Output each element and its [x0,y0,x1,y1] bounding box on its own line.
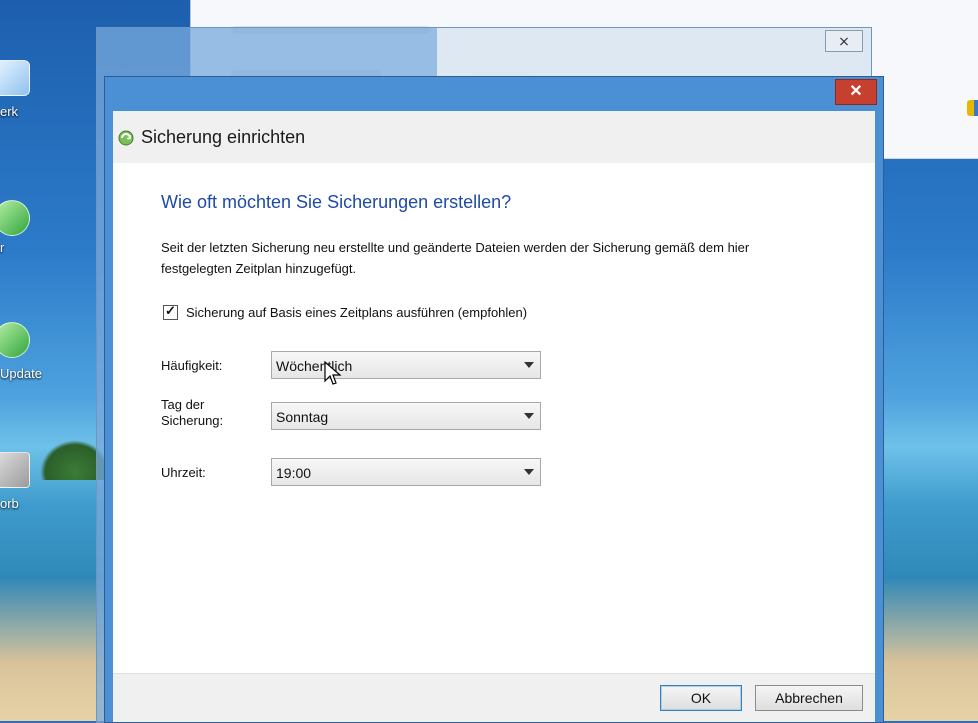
desktop-icon-recycle-bin[interactable]: orb [0,452,60,511]
middle-window-header [437,28,871,78]
day-label: Tag der Sicherung: [161,397,223,429]
backup-icon [118,130,134,146]
time-label: Uhrzeit: [161,465,206,480]
day-dropdown[interactable]: Sonntag [271,402,541,430]
title-bar[interactable]: ✕ [105,77,883,111]
app-icon [0,200,30,236]
network-icon [0,60,30,96]
desktop-icon-label: erk [0,104,19,119]
mouse-cursor-icon [324,361,342,385]
close-button[interactable]: ⨯ [825,30,863,52]
desktop-icon-label: orb [0,496,19,511]
chevron-down-icon [524,469,534,475]
recycle-bin-icon [0,452,30,488]
description-text: Seit der letzten Sicherung neu erstellte… [161,240,750,276]
time-value: 19:00 [276,465,312,481]
day-label-line1: Tag der [161,397,205,412]
day-value: Sonntag [276,409,329,425]
checkmark-icon: ✓ [165,303,176,318]
dialog-footer: OK Abbrechen [113,673,875,722]
close-button[interactable]: ✕ [835,79,877,105]
day-label-line2: Sicherung: [161,413,224,428]
desktop-icon-label: r [0,240,5,255]
schedule-checkbox-row[interactable]: ✓ Sicherung auf Basis eines Zeitplans au… [163,303,527,320]
chevron-down-icon [524,413,534,419]
update-icon [0,322,30,358]
chevron-down-icon [524,362,534,368]
dialog-content: Wie oft möchten Sie Sicherungen erstelle… [113,163,875,674]
page-heading: Wie oft möchten Sie Sicherungen erstelle… [161,192,512,212]
schedule-checkbox-label[interactable]: Sicherung auf Basis eines Zeitplans ausf… [186,305,527,320]
dialog-header: Sicherung einrichten [113,111,875,163]
cancel-button[interactable]: Abbrechen [755,685,863,711]
desktop-icon-update[interactable]: Update [0,322,60,381]
frequency-dropdown[interactable]: Wöchentlich [271,351,541,379]
time-dropdown[interactable]: 19:00 [271,458,541,486]
dialog-client-area: Sicherung einrichten Wie oft möchten Sie… [113,111,875,722]
shield-icon [967,100,978,116]
desktop-icon-label: Update [0,366,42,381]
backup-setup-dialog: ✕ Sicherung einrichten Wie oft möchten S… [104,76,884,723]
frequency-label: Häufigkeit: [161,358,223,373]
schedule-checkbox[interactable]: ✓ [163,303,178,320]
desktop-icon-2[interactable]: r [0,200,60,255]
ok-button[interactable]: OK [660,685,742,711]
dialog-title: Sicherung einrichten [141,127,306,147]
desktop-icon-network[interactable]: erk [0,60,60,119]
